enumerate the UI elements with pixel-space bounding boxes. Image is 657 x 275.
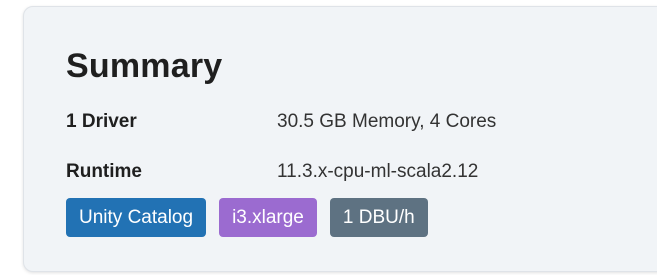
runtime-value: 11.3.x-cpu-ml-scala2.12 <box>277 161 479 182</box>
tag-list: Unity Catalog i3.xlarge 1 DBU/h <box>66 198 428 237</box>
dbu-rate-tag: 1 DBU/h <box>329 198 428 237</box>
summary-title: Summary <box>66 47 223 85</box>
runtime-label: Runtime <box>66 161 142 182</box>
unity-catalog-tag: Unity Catalog <box>66 198 207 237</box>
instance-type-tag: i3.xlarge <box>219 198 317 237</box>
driver-label: 1 Driver <box>66 111 137 132</box>
summary-card: Summary 1 Driver 30.5 GB Memory, 4 Cores… <box>23 6 657 272</box>
driver-value: 30.5 GB Memory, 4 Cores <box>277 111 497 132</box>
